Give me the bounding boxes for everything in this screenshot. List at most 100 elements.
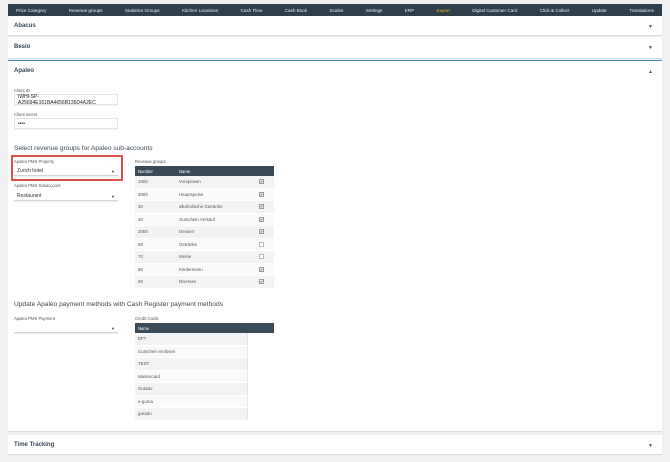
client-secret-label: Client secret [14,112,38,117]
table-row: 60 Getränke [135,238,274,251]
chevron-down-icon[interactable]: ▼ [648,443,653,449]
table-row: gurado [135,408,274,421]
table-row: 3000 Hauptspeise ✔ [135,188,274,201]
panel-title-abacus: Abacus [14,23,36,29]
pms-payment-label: Apaleo PMS Payment [14,316,55,321]
revenue-section-title: Select revenue groups for Apaleo sub-acc… [14,145,153,152]
table-row: 40 Gutschein Verkauf ✔ [135,213,274,226]
top-navigation: Price Category Revenue groups Statistics G… [8,4,662,16]
client-secret-input[interactable]: •••• [14,118,118,129]
revenue-name: Gutschein Verkauf [179,216,215,222]
column-header-number: Number [138,168,153,174]
nav-item-cash-book[interactable]: Cash Book [285,8,307,13]
nav-item-statistics-groups[interactable]: Statistics Groups [125,8,160,13]
table-row: 70 Weine [135,251,274,264]
table-header: Name [135,323,274,333]
revenue-checkbox[interactable]: ✔ [259,229,264,235]
nav-item-settings[interactable]: Settings [366,8,383,13]
revenue-name: Kindermenu [179,266,203,272]
nav-item-export[interactable]: Export [437,8,450,13]
panel-besio[interactable]: Besio ▼ [8,37,662,59]
revenue-checkbox[interactable]: ✔ [259,179,264,185]
revenue-checkbox[interactable] [259,254,264,260]
revenue-name: Getränke [179,241,198,247]
table-row: TEST [135,358,274,371]
column-header-name: Name [179,168,191,174]
revenue-number: 40 [138,216,143,222]
credit-card-name: EFT [138,336,147,342]
table-row: Mastercard [135,370,274,383]
revenue-number: 80 [138,266,143,272]
pms-property-label: Apaleo PMS Property [14,159,55,164]
revenue-number: 2000 [138,229,148,235]
nav-item-revenue-groups[interactable]: Revenue groups [69,8,103,13]
payment-mapping-field[interactable] [247,383,274,395]
pms-subaccount-label: Apaleo PMS Subaccount [14,183,61,188]
pms-subaccount-value: Restaurant [17,192,42,199]
table-row: Gutado [135,383,274,396]
payment-mapping-field[interactable] [247,358,274,370]
nav-item-price-category[interactable]: Price Category [16,8,46,13]
nav-item-digital-customer-card[interactable]: Digital Customer Card [472,8,517,13]
credit-card-name: e-guma [138,398,153,404]
revenue-number: 30 [138,204,143,210]
credit-card-name: Mastercard [138,373,160,379]
pms-payment-select[interactable]: ▼ [14,323,118,333]
caret-down-icon: ▼ [111,194,115,199]
table-row: 90 Diverses ✔ [135,276,274,289]
payment-mapping-field[interactable] [247,408,274,420]
table-row: 2000 Dessert ✔ [135,226,274,239]
nav-item-kitchen-locations[interactable]: Kitchen Locations [182,8,218,13]
caret-down-icon: ▼ [111,326,115,331]
panel-abacus[interactable]: Abacus ▼ [8,16,662,36]
credit-card-name: Gutado [138,386,153,392]
table-row: 80 Kindermenu ✔ [135,263,274,276]
payment-mapping-field[interactable] [247,370,274,382]
payment-mapping-field[interactable] [247,395,274,407]
nav-item-update[interactable]: Update [592,8,607,13]
revenue-number: 1000 [138,179,148,185]
revenue-checkbox[interactable]: ✔ [259,191,264,197]
column-header-name: Name [138,325,150,331]
pms-property-value: Zurich hotel [17,167,44,174]
revenue-checkbox[interactable]: ✔ [259,266,264,272]
revenue-name: Weine [179,254,192,260]
revenue-number: 3000 [138,191,148,197]
nav-item-cash-flow[interactable]: Cash Flow [241,8,263,13]
credit-card-name: gurado [138,411,152,417]
nav-item-translations[interactable]: Translations [629,8,654,13]
revenue-checkbox[interactable]: ✔ [259,204,264,210]
revenue-checkbox[interactable]: ✔ [259,216,264,222]
panel-title-apaleo: Apaleo [14,68,35,74]
revenue-name: Hauptspeise [179,191,204,197]
nav-item-scales[interactable]: Scales [330,8,344,13]
chevron-down-icon[interactable]: ▼ [648,45,653,51]
panel-title-time-tracking: Time Tracking [14,442,55,448]
revenue-checkbox[interactable]: ✔ [259,279,264,285]
pms-subaccount-select[interactable]: Restaurant ▼ [14,191,118,201]
client-id-label: Client ID [14,88,31,93]
panel-time-tracking[interactable]: Time Tracking ▼ [8,435,662,455]
revenue-name: Dessert [179,229,195,235]
table-row: e-guma [135,395,274,408]
revenue-checkbox[interactable] [259,241,264,247]
panel-title-besio: Besio [14,44,31,50]
credit-card-name: TEST [138,361,150,367]
revenue-number: 70 [138,254,143,260]
revenue-groups-label: Revenue groups [135,159,166,164]
table-row: EFT [135,333,274,346]
chevron-down-icon[interactable]: ▼ [648,24,653,30]
payment-section-title: Update Apaleo payment methods with Cash … [14,301,223,308]
table-row: 30 alkoholische Getränke ✔ [135,201,274,214]
credit-cards-label: Credit Cards [135,316,159,321]
payment-mapping-field[interactable] [247,333,274,345]
pms-property-select[interactable]: Zurich hotel ▼ [14,166,118,176]
nav-item-click-collect[interactable]: Click & Collect [540,8,570,13]
credit-cards-table: Name EFT Gutschein einlösen TEST Mastercard… [135,323,274,421]
client-id-input[interactable]: IWHI-SP-A25694E161BA4656B135D4A2EC [14,94,118,106]
payment-mapping-field[interactable] [247,345,274,357]
table-header: Number Name [135,166,274,176]
nav-item-erp[interactable]: ERP [405,8,414,13]
chevron-up-icon[interactable]: ▲ [648,69,653,75]
revenue-number: 60 [138,241,143,247]
